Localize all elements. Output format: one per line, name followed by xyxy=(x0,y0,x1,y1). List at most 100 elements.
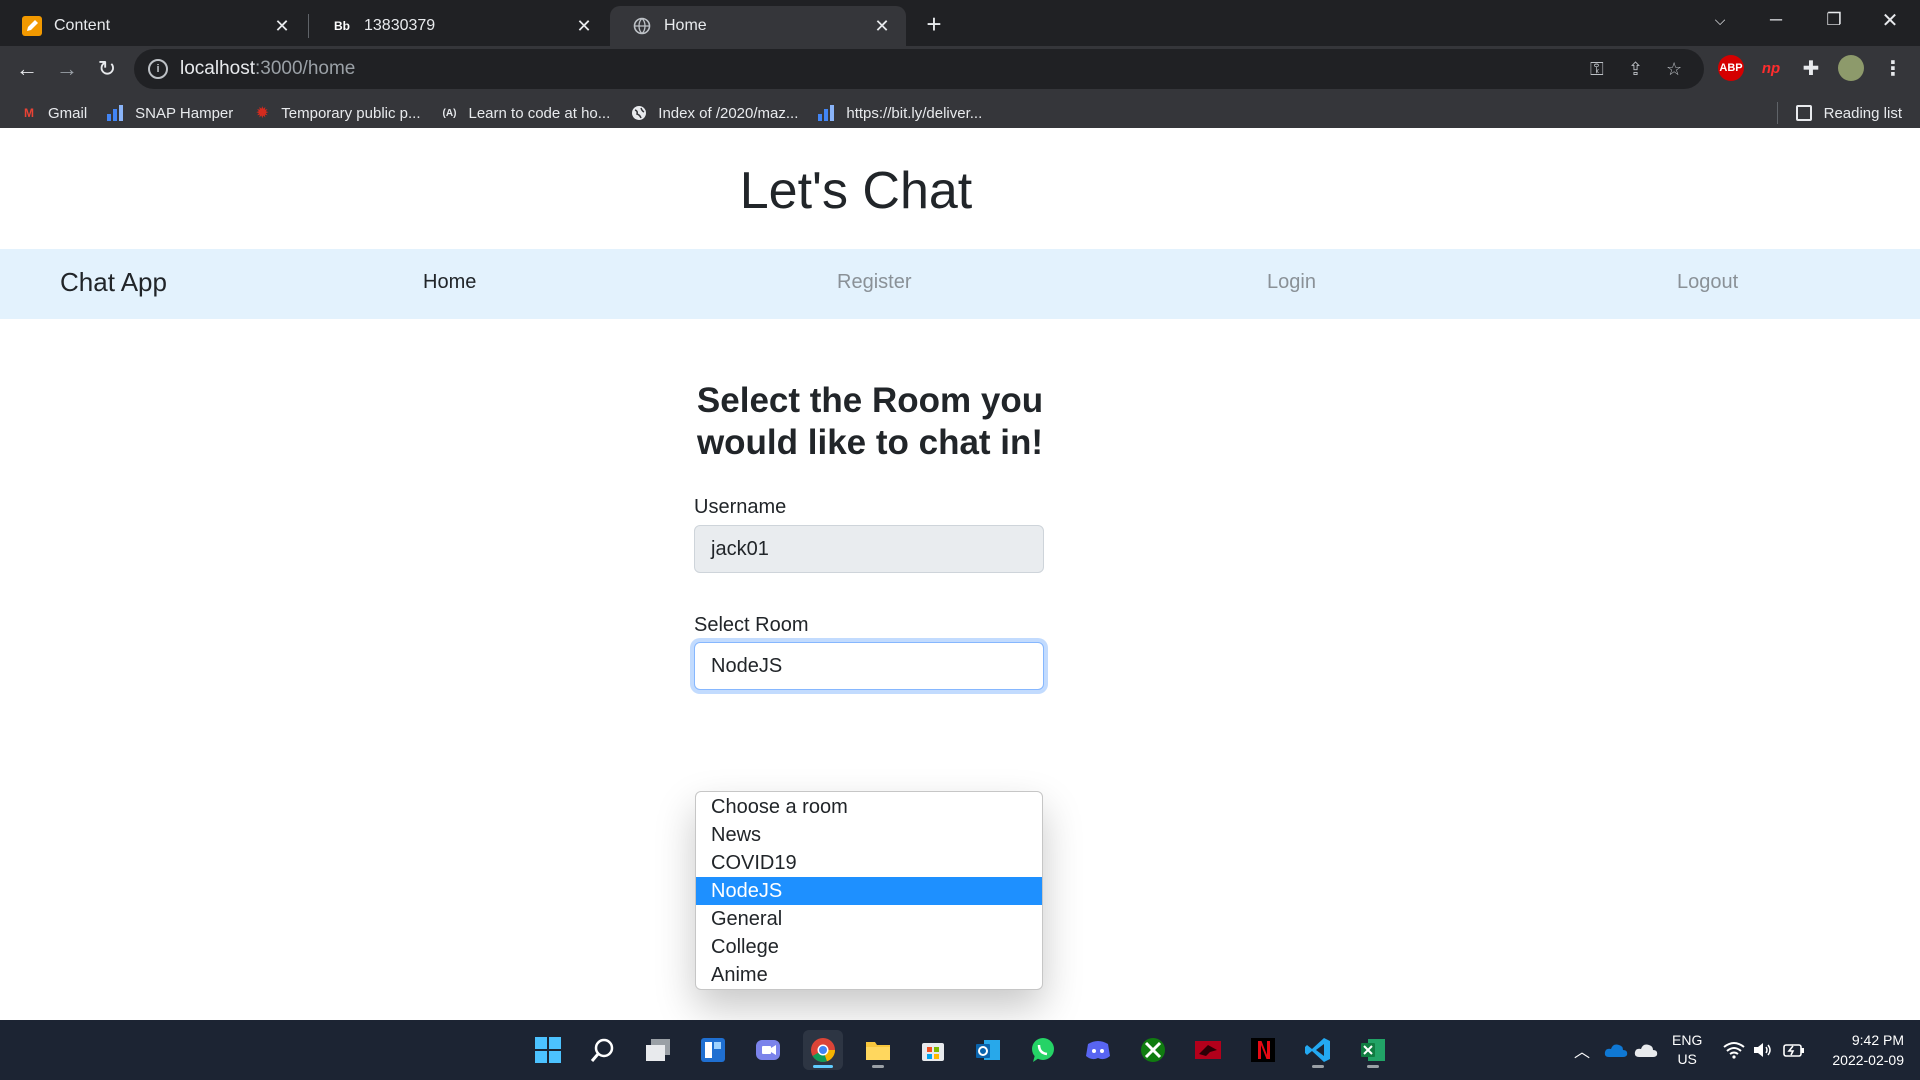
blackboard-icon: Bb xyxy=(334,19,350,33)
room-option[interactable]: General xyxy=(696,905,1042,933)
bookmark-label: SNAP Hamper xyxy=(135,104,234,122)
room-select[interactable]: NodeJS xyxy=(694,642,1044,690)
outlook-icon[interactable] xyxy=(968,1030,1008,1070)
region-label: US xyxy=(1677,1051,1697,1067)
xbox-icon[interactable] xyxy=(1133,1030,1173,1070)
page-title: Let's Chat xyxy=(739,162,973,220)
adblock-icon[interactable]: ABP xyxy=(1718,55,1744,81)
microsoft-store-icon[interactable] xyxy=(913,1030,953,1070)
reload-button[interactable]: ↻ xyxy=(90,52,124,86)
nav-link-register[interactable]: Register xyxy=(837,271,911,294)
task-view-icon[interactable] xyxy=(638,1030,678,1070)
bookmark-label: Gmail xyxy=(48,104,88,122)
close-icon[interactable]: ✕ xyxy=(574,16,594,36)
avatar[interactable] xyxy=(1838,55,1864,81)
tab-title: Content xyxy=(54,17,111,34)
back-button[interactable]: ← xyxy=(10,52,44,86)
nav-link-login[interactable]: Login xyxy=(1267,271,1316,294)
show-hidden-icons-icon[interactable]: ︿ xyxy=(1574,1020,1590,1080)
bookmark-bitly[interactable]: https://bit.ly/deliver... xyxy=(818,105,982,122)
whatsapp-icon[interactable] xyxy=(1023,1030,1063,1070)
tab-title: Home xyxy=(664,17,707,34)
room-option[interactable]: COVID19 xyxy=(696,849,1042,877)
netflix-icon[interactable] xyxy=(1243,1030,1283,1070)
search-icon[interactable] xyxy=(583,1030,623,1070)
close-icon[interactable]: ✕ xyxy=(872,16,892,36)
room-option-selected[interactable]: NodeJS xyxy=(696,877,1042,905)
menu-kebab-icon[interactable]: ⋮ xyxy=(1880,55,1906,81)
vscode-icon[interactable] xyxy=(1298,1030,1338,1070)
url-host: localhost xyxy=(180,58,255,79)
discord-icon[interactable] xyxy=(1078,1030,1118,1070)
close-icon[interactable]: ✕ xyxy=(272,16,292,36)
volume-icon[interactable] xyxy=(1753,1020,1773,1080)
tab-search-icon[interactable]: ⌵ xyxy=(1692,0,1748,40)
room-option[interactable]: Choose a room xyxy=(696,793,1042,821)
bookmark-learn-to-code[interactable]: (A) Learn to code at ho... xyxy=(441,105,611,122)
start-icon[interactable] xyxy=(528,1030,568,1070)
bookmark-label: https://bit.ly/deliver... xyxy=(846,104,983,122)
bookmark-gmail[interactable]: M Gmail xyxy=(20,105,87,122)
chrome-icon[interactable] xyxy=(803,1030,843,1070)
excel-icon[interactable] xyxy=(1353,1030,1393,1070)
star-icon[interactable]: ☆ xyxy=(1666,59,1682,80)
gmail-icon: M xyxy=(24,106,34,120)
tab-content[interactable]: Content ✕ xyxy=(0,6,306,46)
running-indicator xyxy=(1312,1065,1324,1068)
nav-link-home[interactable]: Home xyxy=(423,271,476,294)
chart-icon xyxy=(107,105,125,121)
share-icon[interactable]: ⇪ xyxy=(1628,59,1643,80)
widgets-icon[interactable] xyxy=(693,1030,733,1070)
extensions-puzzle-icon[interactable]: ✚ xyxy=(1798,55,1824,81)
maple-leaf-icon: ✹ xyxy=(255,105,269,122)
username-field[interactable]: jack01 xyxy=(694,525,1044,573)
select-room-label: Select Room xyxy=(694,614,809,636)
pencil-icon xyxy=(22,16,42,36)
close-window-button[interactable]: ✕ xyxy=(1862,0,1918,40)
username-label: Username xyxy=(694,496,787,518)
language-indicator[interactable]: ENG US xyxy=(1672,1020,1702,1080)
site-info-icon[interactable]: i xyxy=(148,59,168,79)
tab-divider xyxy=(308,14,309,38)
address-bar[interactable]: i localhost:3000/home ⚿ ⇪ ☆ xyxy=(134,49,1704,89)
reading-list-label: Reading list xyxy=(1823,104,1902,122)
browser-toolbar: ← → ↻ i localhost:3000/home ⚿ ⇪ ☆ ABP np… xyxy=(0,46,1920,132)
bookmark-temporary-public[interactable]: ✹ Temporary public p... xyxy=(253,104,421,123)
tab-blackboard[interactable]: Bb 13830379 ✕ xyxy=(310,6,608,46)
restore-button[interactable]: ❐ xyxy=(1806,0,1862,40)
reading-list-button[interactable]: Reading list xyxy=(1776,96,1902,130)
chart-icon xyxy=(818,105,836,121)
app-dragon-icon[interactable] xyxy=(1188,1030,1228,1070)
taskbar: ︿ ENG US 9:42 PM 2022-02-09 xyxy=(0,1020,1920,1080)
room-option[interactable]: Anime xyxy=(696,961,1042,989)
running-indicator xyxy=(872,1065,884,1068)
forward-button[interactable]: → xyxy=(50,52,84,86)
globe-icon xyxy=(632,16,652,36)
key-icon[interactable]: ⚿ xyxy=(1590,59,1604,80)
bookmark-label: Index of /2020/maz... xyxy=(658,104,799,122)
bookmark-snap-hamper[interactable]: SNAP Hamper xyxy=(107,105,233,122)
cloud-icon[interactable] xyxy=(1634,1020,1658,1080)
wifi-icon[interactable] xyxy=(1723,1020,1745,1080)
url-text[interactable]: localhost:3000/home xyxy=(180,58,355,80)
np-extension-icon[interactable]: np xyxy=(1758,55,1784,81)
navbar-brand[interactable]: Chat App xyxy=(60,267,167,298)
nav-link-logout[interactable]: Logout xyxy=(1677,271,1738,294)
onedrive-icon[interactable] xyxy=(1604,1020,1628,1080)
battery-icon[interactable] xyxy=(1783,1020,1805,1080)
minimize-button[interactable]: ─ xyxy=(1748,0,1804,40)
navbar: Chat App Home Register Login Logout xyxy=(0,249,1920,319)
room-option[interactable]: News xyxy=(696,821,1042,849)
room-option[interactable]: College xyxy=(696,933,1042,961)
new-tab-button[interactable]: + xyxy=(918,8,950,40)
bookmark-label: Temporary public p... xyxy=(281,104,421,122)
divider xyxy=(1776,102,1778,124)
teams-chat-icon[interactable] xyxy=(748,1030,788,1070)
bookmarks-bar: M Gmail SNAP Hamper ✹ Temporary public p… xyxy=(0,96,1920,130)
clock[interactable]: 9:42 PM 2022-02-09 xyxy=(1822,1020,1904,1080)
file-explorer-icon[interactable] xyxy=(858,1030,898,1070)
code-icon: (A) xyxy=(442,107,457,119)
tab-title: 13830379 xyxy=(364,17,436,34)
bookmark-index[interactable]: Index of /2020/maz... xyxy=(630,105,798,122)
tab-home[interactable]: Home ✕ xyxy=(610,6,906,46)
